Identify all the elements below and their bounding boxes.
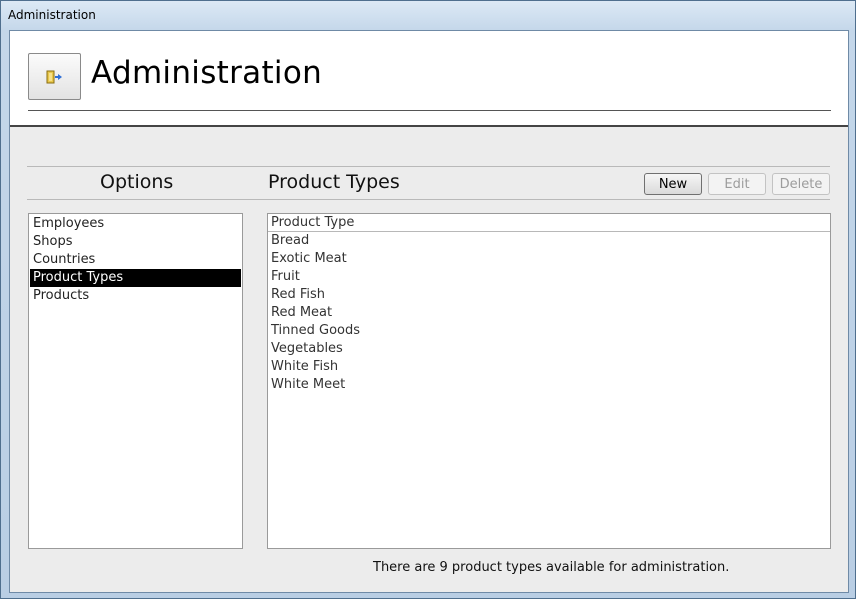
column-header-product-type[interactable]: Product Type xyxy=(268,214,830,232)
section-divider-top xyxy=(27,166,830,167)
exit-door-icon xyxy=(46,70,62,83)
list-item[interactable]: Bread xyxy=(268,232,830,250)
list-item[interactable]: Tinned Goods xyxy=(268,322,830,340)
option-item-products[interactable]: Products xyxy=(30,287,241,305)
option-item-product-types[interactable]: Product Types xyxy=(30,269,241,287)
option-item-countries[interactable]: Countries xyxy=(30,251,241,269)
list-item[interactable]: Red Fish xyxy=(268,286,830,304)
exit-button[interactable] xyxy=(28,53,81,100)
list-item[interactable]: White Meet xyxy=(268,376,830,394)
options-heading: Options xyxy=(100,171,174,193)
edit-button[interactable]: Edit xyxy=(708,173,766,195)
new-button[interactable]: New xyxy=(644,173,702,195)
header-divider xyxy=(28,110,831,111)
product-types-list[interactable]: Product Type Bread Exotic Meat Fruit Red… xyxy=(267,213,831,549)
options-list[interactable]: Employees Shops Countries Product Types … xyxy=(28,213,243,549)
option-item-employees[interactable]: Employees xyxy=(30,215,241,233)
page-title: Administration xyxy=(91,55,323,91)
delete-button[interactable]: Delete xyxy=(772,173,830,195)
status-text: There are 9 product types available for … xyxy=(373,560,730,575)
section-divider-bottom xyxy=(27,199,830,200)
main-window: Administration Administration Options Pr… xyxy=(0,0,856,599)
list-item[interactable]: White Fish xyxy=(268,358,830,376)
list-item[interactable]: Vegetables xyxy=(268,340,830,358)
list-item[interactable]: Red Meat xyxy=(268,304,830,322)
list-item[interactable]: Fruit xyxy=(268,268,830,286)
option-item-shops[interactable]: Shops xyxy=(30,233,241,251)
page-header: Administration xyxy=(10,31,848,127)
list-item[interactable]: Exotic Meat xyxy=(268,250,830,268)
window-title: Administration xyxy=(8,8,96,22)
panel-heading: Product Types xyxy=(268,171,400,193)
client-area: Administration Options Product Types New… xyxy=(9,30,849,593)
